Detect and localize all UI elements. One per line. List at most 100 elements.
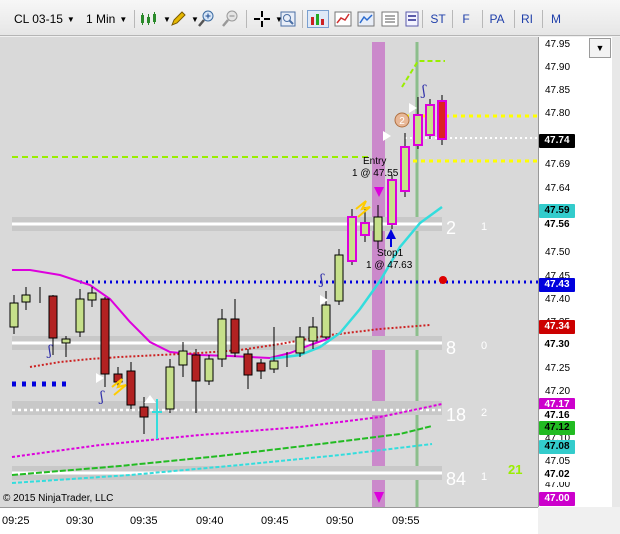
draw-pencil-icon[interactable] [168,10,188,28]
chevron-down-icon: ▼ [119,14,128,24]
green-counter: 21 [508,462,523,477]
copyright-text: © 2015 NinjaTrader, LLC [3,493,114,504]
chevron-down-icon: ▼ [66,14,75,24]
candle [165,366,175,410]
candle [243,353,253,376]
chevron-down-icon: ▼ [595,43,605,53]
price-tick-label: 47.90 [545,62,571,74]
zoom-out-icon[interactable] [220,10,240,28]
time-axis[interactable]: 09:25 09:30 09:35 09:40 09:45 09:50 09:5… [0,507,538,534]
interval-label: 1 Min [86,12,116,26]
arrow-marker-icon [383,131,391,141]
price-tick-label: 47.50 [545,247,571,259]
toolbar-st-button[interactable]: ST [428,9,448,29]
candle [204,358,214,382]
strategies-icon[interactable] [333,10,353,28]
candle [425,104,435,136]
properties-icon[interactable] [380,10,400,28]
toolbar-separator [542,10,543,28]
data-box-icon[interactable] [278,10,298,28]
right-scrollbar[interactable] [612,37,620,507]
candle [437,100,447,140]
candle [256,362,266,372]
crosshair-icon[interactable] [252,10,272,28]
zoom-in-icon[interactable] [196,10,216,28]
price-marker-box: 47.02 [539,467,575,482]
stop-label: Stop1 [377,248,404,259]
instrument-label: CL 03-15 [14,12,63,26]
templates-icon[interactable] [402,10,422,28]
price-marker-box: 47.59 [539,203,575,218]
candle [191,354,201,382]
level-count-18: 2 [481,407,488,419]
toolbar-separator [302,10,303,28]
indicators-icon[interactable] [307,10,329,28]
toolbar-ri-button[interactable]: RI [518,9,536,29]
level-label-2: 2 [446,218,457,238]
candle [61,338,71,344]
lightning-icon [355,200,371,218]
candle [87,292,97,301]
candle [308,326,318,342]
candle [347,216,357,262]
zone-18 [12,401,442,415]
candle [373,216,383,242]
toolbar-pa-button[interactable]: PA [486,9,508,29]
candle [126,370,136,406]
price-tick-label: 47.69 [545,159,571,171]
candle [100,298,110,375]
candle [48,295,58,339]
candle [178,350,188,366]
stop-detail: 1 @ 47.63 [366,260,413,271]
price-marker-box: 47.30 [539,338,575,353]
price-tick-label: 47.05 [545,455,571,467]
price-marker-box: 47.56 [539,217,575,232]
candle [360,222,370,236]
price-chart-canvas[interactable]: ʃ ʃ ʃ ʃ 2 [0,37,538,507]
price-chart-panel[interactable]: ʃ ʃ ʃ ʃ 2 Entry 1 @ 47.55 Stop1 1 @ 47.6… [0,37,538,507]
price-marker-box: 47.34 [539,319,575,334]
arrow-marker-icon [320,295,328,305]
price-tick-label: 47.40 [545,293,571,305]
toolbar-f-button[interactable]: F [458,9,474,29]
price-tick-label: 47.25 [545,363,571,375]
toolbar-separator [134,10,135,28]
instrument-selector[interactable]: CL 03-15 ▼ [14,9,75,29]
entry-detail: 1 @ 47.55 [352,168,399,179]
wave-glyph-icon: ʃ [420,83,427,99]
chart-style-candlestick-icon[interactable] [140,10,160,28]
toolbar-separator [452,10,453,28]
level-label-84: 84 [446,469,467,489]
time-label: 09:35 [130,515,158,527]
candle [269,360,279,370]
candle [9,302,19,328]
interval-selector[interactable]: 1 Min ▼ [86,9,127,29]
candle [139,406,149,418]
toolbar-separator [482,10,483,28]
candle [321,304,331,338]
time-label: 09:25 [2,515,30,527]
chart-toolbar: CL 03-15 ▼ 1 Min ▼ ▼ ▼ ▼ ST F PA RI M [0,0,620,36]
chart-image-icon[interactable] [356,10,376,28]
number-badge-label: 2 [399,116,405,127]
candle [295,336,305,354]
candle [217,318,227,360]
time-label: 09:55 [392,515,420,527]
price-marker-box: 47.74 [539,134,575,149]
ninjatrader-chart-window: CL 03-15 ▼ 1 Min ▼ ▼ ▼ ▼ ST F PA RI M ʃ … [0,0,620,534]
arrow-marker-icon [144,395,156,403]
entry-label: Entry [363,156,387,167]
scale-dropdown-button[interactable]: ▼ [589,38,611,58]
candle [21,294,31,303]
level-count-2: 1 [481,221,488,233]
price-tick-label: 47.95 [545,39,571,50]
toolbar-separator [422,10,423,28]
price-tick-label: 47.64 [545,182,571,194]
candle [75,298,85,333]
toolbar-m-button[interactable]: M [548,9,564,29]
time-label: 09:30 [66,515,94,527]
price-marker-box: 47.43 [539,277,575,292]
toolbar-separator [514,10,515,28]
price-tick-label: 47.80 [545,108,571,120]
time-label: 09:50 [326,515,354,527]
